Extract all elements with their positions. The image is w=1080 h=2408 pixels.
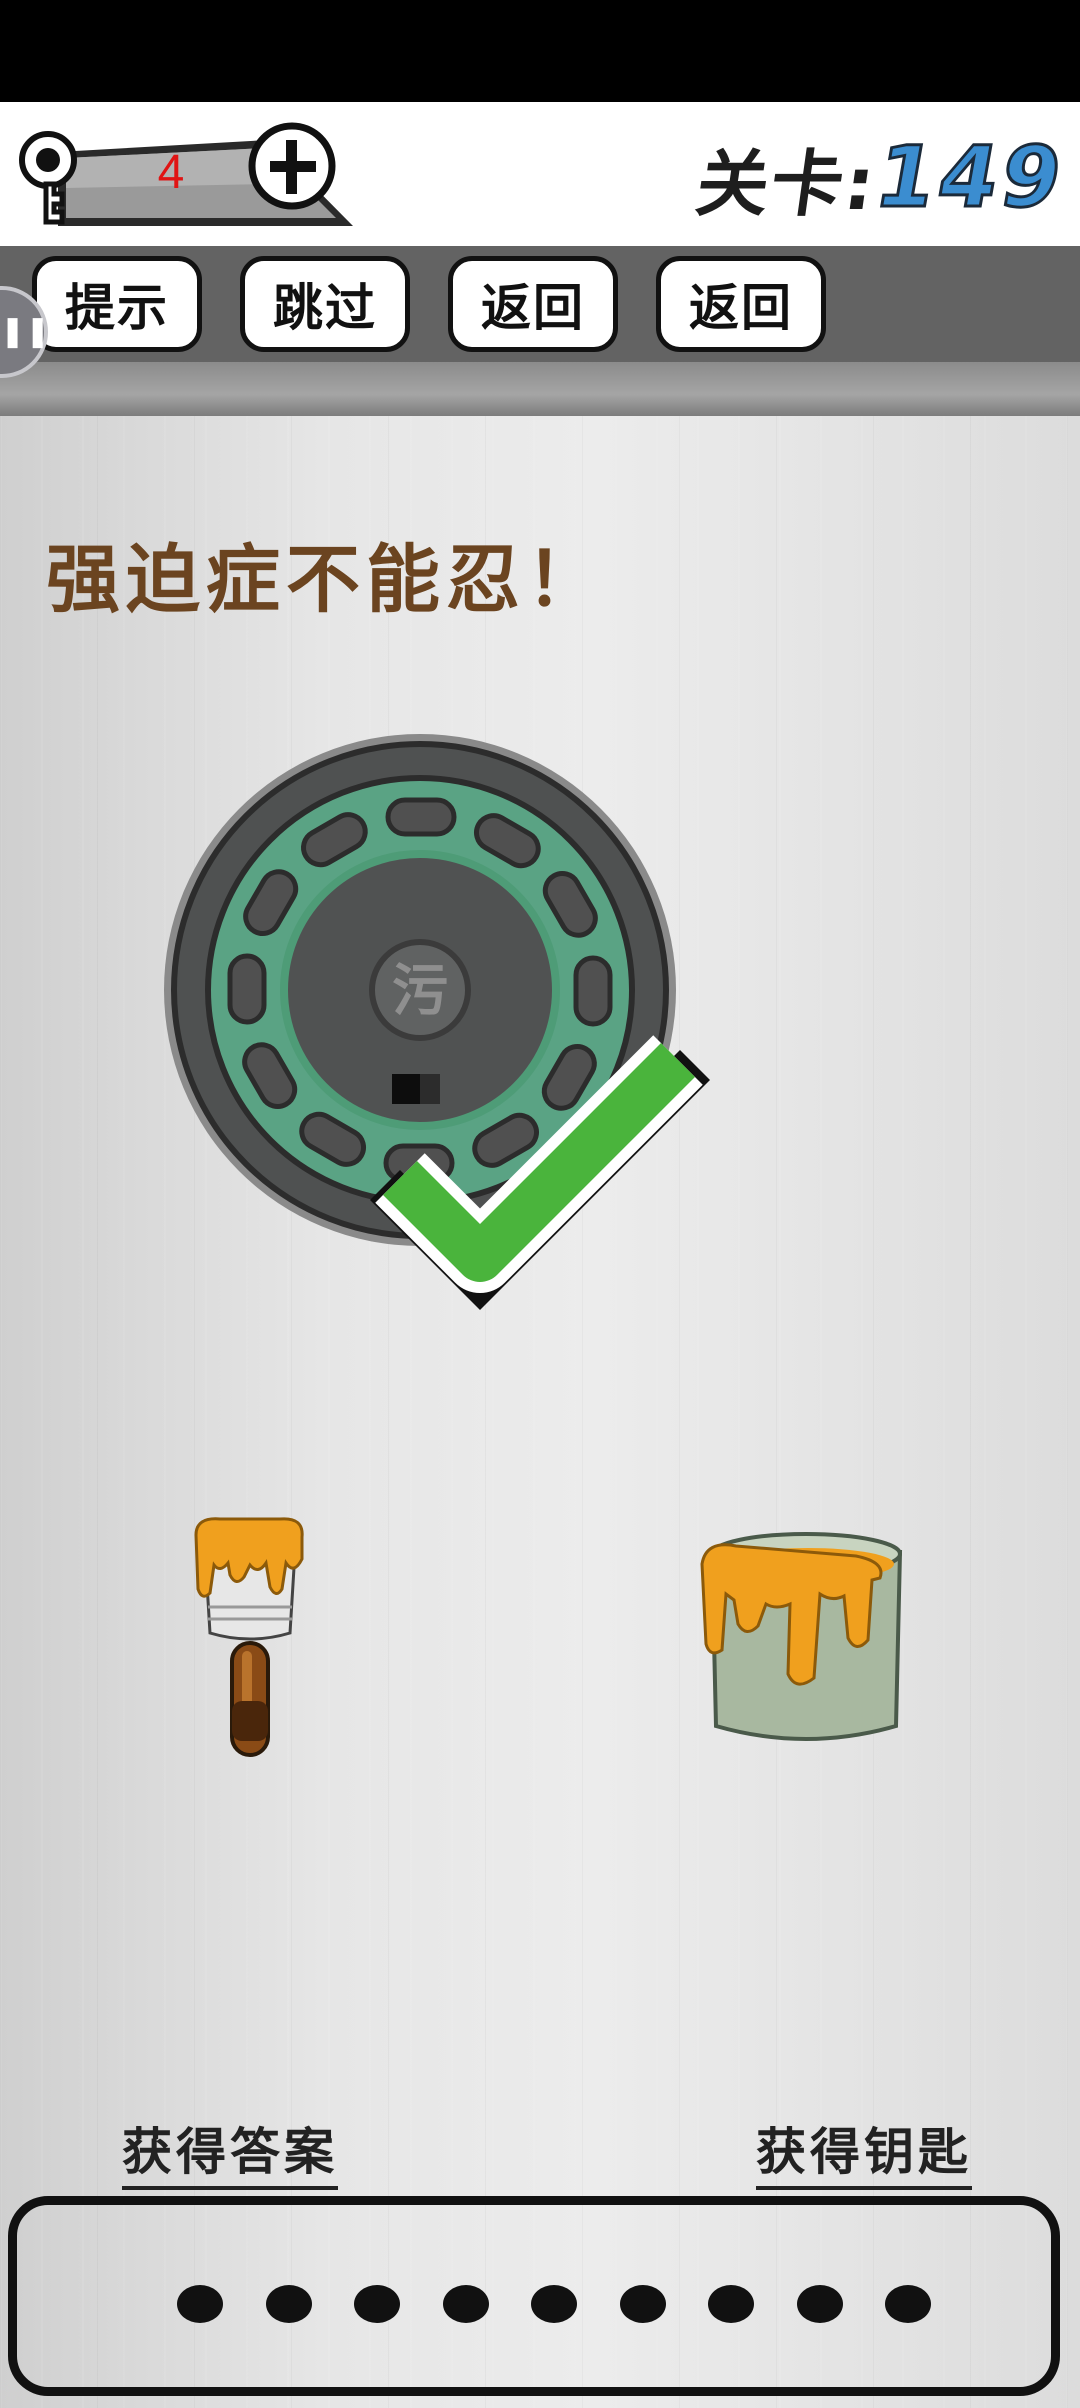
get-answer-link[interactable]: 获得答案 (122, 2112, 338, 2190)
game-board (0, 416, 1080, 2408)
top-bar: 4 关卡: 149 (0, 102, 1080, 246)
status-bar (0, 0, 1080, 102)
answer-slot-dot (796, 2285, 843, 2323)
back-button[interactable]: 返回 (448, 256, 618, 352)
hint-button[interactable]: 提示 (32, 256, 202, 352)
level-number: 149 (867, 127, 1075, 228)
answer-box[interactable] (8, 2196, 1060, 2396)
paint-bucket-item[interactable] (696, 1530, 916, 1748)
answer-slot-dot (442, 2285, 489, 2323)
get-key-link[interactable]: 获得钥匙 (756, 2112, 972, 2190)
skip-button[interactable]: 跳过 (240, 256, 410, 352)
add-keys-icon (248, 122, 336, 210)
answer-slot-dot (265, 2285, 312, 2323)
cover-glyph: 污 (392, 959, 448, 1024)
toolbar-shadow-strip (0, 362, 1080, 416)
back-button-2[interactable]: 返回 (656, 256, 826, 352)
level-indicator: 关卡: 149 (691, 122, 1074, 232)
key-count: 4 (157, 146, 185, 199)
answer-slot-dot (708, 2285, 754, 2323)
answer-slot-dot (885, 2285, 931, 2323)
toolbar: 提示 跳过 返回 返回 (0, 246, 1080, 362)
puzzle-title: 强迫症不能忍！ (46, 537, 606, 623)
answer-slot-dot (354, 2285, 400, 2323)
paintbrush-item[interactable] (190, 1515, 310, 1760)
check-mark-icon (370, 1035, 710, 1310)
answer-slot-dot (531, 2285, 577, 2323)
answer-slot-dot (619, 2285, 666, 2323)
pause-icon: ❚❚ (0, 314, 51, 349)
level-label: 关卡: (691, 141, 882, 226)
answer-slots (17, 2205, 1069, 2387)
key-counter[interactable]: 4 (18, 118, 358, 228)
answer-slot-dot (177, 2285, 223, 2323)
